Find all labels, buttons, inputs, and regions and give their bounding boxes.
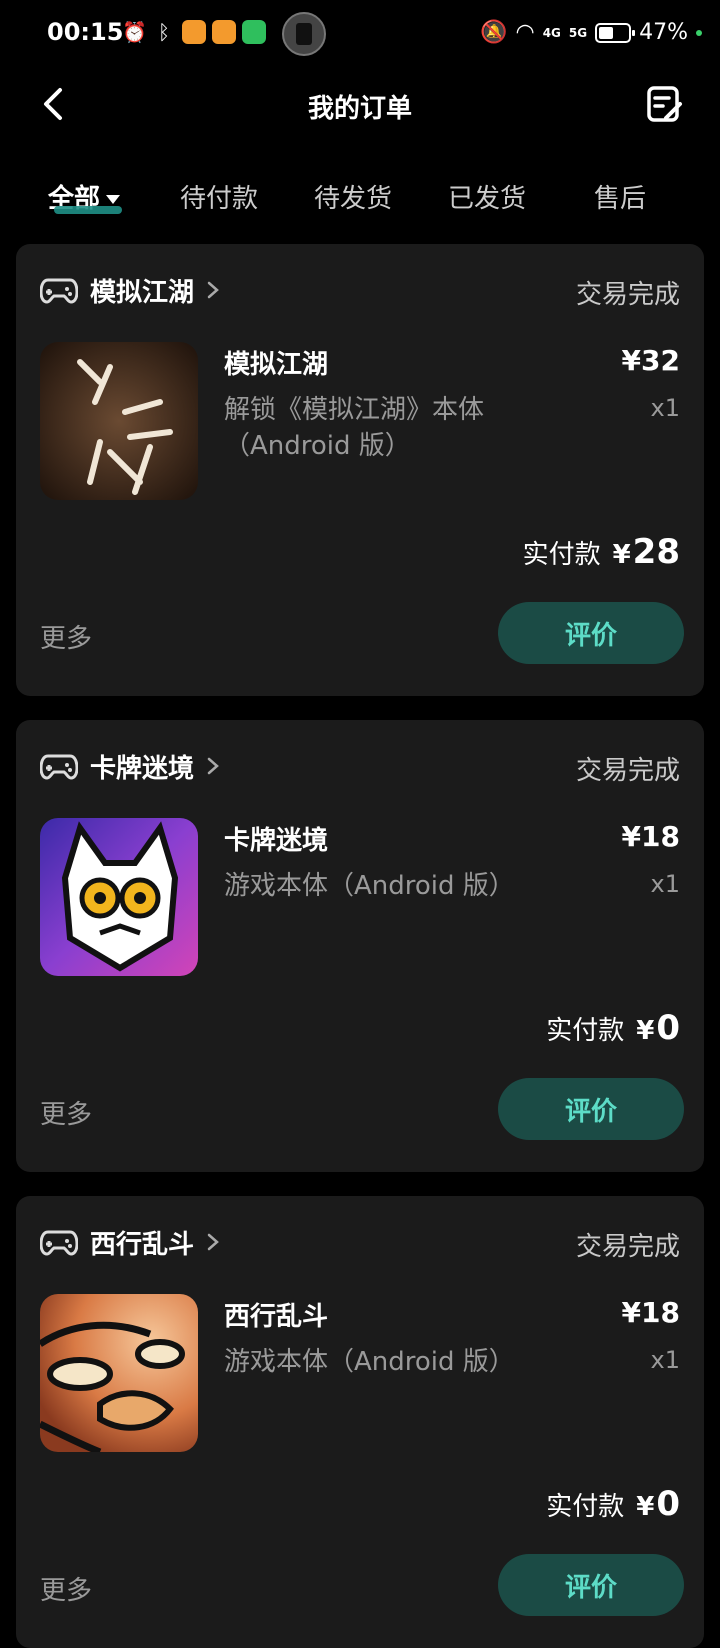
- game-cover-image: [40, 818, 198, 976]
- product-title: 西行乱斗: [224, 1302, 329, 1332]
- product-description: 游戏本体（Android 版）: [224, 871, 515, 901]
- more-button[interactable]: 更多: [40, 618, 92, 655]
- gamepad-icon: [40, 278, 78, 304]
- tab-after-sales[interactable]: 售后: [594, 178, 646, 215]
- alarm-icon: ⏰: [122, 20, 147, 44]
- status-left-icons: ⏰ ᛒ: [122, 20, 266, 44]
- store-name: 西行乱斗: [90, 1229, 195, 1260]
- store-name: 卡牌迷境: [90, 753, 195, 784]
- paid-amount: ¥0: [636, 1008, 680, 1048]
- game-cover-image: [40, 342, 198, 500]
- floating-avatar-icon: [282, 12, 326, 56]
- signal-5g-icon: 5G: [568, 25, 588, 40]
- store-link[interactable]: 西行乱斗: [40, 1222, 220, 1262]
- wechat-icon: [242, 20, 266, 44]
- app-notification-icon: [182, 20, 206, 44]
- gamepad-icon: [40, 754, 78, 780]
- product-description: 解锁《模拟江湖》本体（Android 版）: [224, 395, 485, 461]
- tab-indicator: [54, 206, 122, 214]
- signal-4g-icon: 4G: [542, 25, 561, 40]
- page-title: 我的订单: [307, 94, 412, 124]
- review-button[interactable]: 评价: [498, 602, 684, 664]
- note-edit-icon[interactable]: [644, 84, 684, 124]
- battery-percent: 47%: [639, 20, 688, 45]
- paid-summary: 实付款 ¥0: [546, 1484, 680, 1524]
- app-notification-icon: [212, 20, 236, 44]
- product-price: ¥18: [621, 1296, 680, 1329]
- tab-shipped[interactable]: 已发货: [448, 178, 526, 215]
- paid-summary: 实付款 ¥28: [523, 532, 680, 572]
- paid-value: 28: [632, 532, 680, 572]
- more-button[interactable]: 更多: [40, 1094, 92, 1131]
- review-button[interactable]: 评价: [498, 1554, 684, 1616]
- mute-bell-icon: 🔕: [480, 20, 508, 45]
- status-dot-icon: [696, 29, 702, 36]
- order-card[interactable]: 西行乱斗 交易完成 西行乱斗 游戏本体（Android 版） ¥18 x1 实付…: [16, 1196, 704, 1648]
- paid-value: 0: [656, 1484, 680, 1524]
- gamepad-icon: [40, 1230, 78, 1256]
- store-name: 模拟江湖: [90, 277, 195, 308]
- caret-down-icon: [106, 195, 121, 204]
- tab-pending-payment[interactable]: 待付款: [180, 178, 258, 215]
- paid-label: 实付款: [546, 1016, 625, 1046]
- product-title: 模拟江湖: [224, 350, 329, 380]
- currency-symbol: ¥: [612, 540, 631, 570]
- product-price: ¥18: [621, 820, 680, 853]
- battery-icon: [595, 22, 636, 43]
- product-price: ¥32: [621, 344, 680, 377]
- status-time: 00:15: [47, 18, 124, 46]
- chevron-right-icon: [207, 1233, 219, 1251]
- wifi-icon: ◠: [515, 20, 535, 45]
- order-tabs: 全部 待付款 待发货 已发货 售后: [0, 170, 720, 230]
- order-status: 交易完成: [575, 756, 680, 786]
- order-card[interactable]: 卡牌迷境 交易完成 卡牌迷境 游戏本体（Android 版） ¥18 x1 实付…: [16, 720, 704, 1172]
- product-quantity: x1: [650, 1346, 680, 1374]
- product-description: 游戏本体（Android 版）: [224, 1347, 515, 1377]
- product-thumbnail[interactable]: [40, 342, 198, 500]
- product-thumbnail[interactable]: [40, 818, 198, 976]
- chevron-right-icon: [207, 757, 219, 775]
- paid-label: 实付款: [522, 540, 601, 570]
- status-right-icons: 🔕 ◠ 4G 5G 47%: [480, 20, 702, 45]
- paid-summary: 实付款 ¥0: [546, 1008, 680, 1048]
- status-bar: 00:15 ⏰ ᛒ 🔕 ◠ 4G 5G 47%: [0, 0, 720, 70]
- product-thumbnail[interactable]: [40, 1294, 198, 1452]
- currency-symbol: ¥: [636, 1016, 655, 1046]
- more-button[interactable]: 更多: [40, 1570, 92, 1607]
- product-quantity: x1: [650, 394, 680, 422]
- store-link[interactable]: 卡牌迷境: [40, 746, 220, 786]
- tab-pending-shipment[interactable]: 待发货: [314, 178, 392, 215]
- currency-symbol: ¥: [636, 1492, 655, 1522]
- product-title: 卡牌迷境: [224, 826, 329, 856]
- paid-amount: ¥28: [613, 532, 680, 572]
- order-status: 交易完成: [575, 280, 680, 310]
- paid-label: 实付款: [546, 1492, 625, 1522]
- chevron-right-icon: [207, 281, 219, 299]
- order-status: 交易完成: [575, 1232, 680, 1262]
- paid-value: 0: [656, 1008, 680, 1048]
- product-quantity: x1: [650, 870, 680, 898]
- order-card[interactable]: 模拟江湖 交易完成 模拟江湖 解锁《模拟江湖》本体（Android 版） ¥32…: [16, 244, 704, 696]
- review-button[interactable]: 评价: [498, 1078, 684, 1140]
- header: 我的订单: [0, 70, 720, 150]
- bluetooth-icon: ᛒ: [158, 20, 170, 44]
- paid-amount: ¥0: [636, 1484, 680, 1524]
- game-cover-image: [40, 1294, 198, 1452]
- store-link[interactable]: 模拟江湖: [40, 270, 220, 310]
